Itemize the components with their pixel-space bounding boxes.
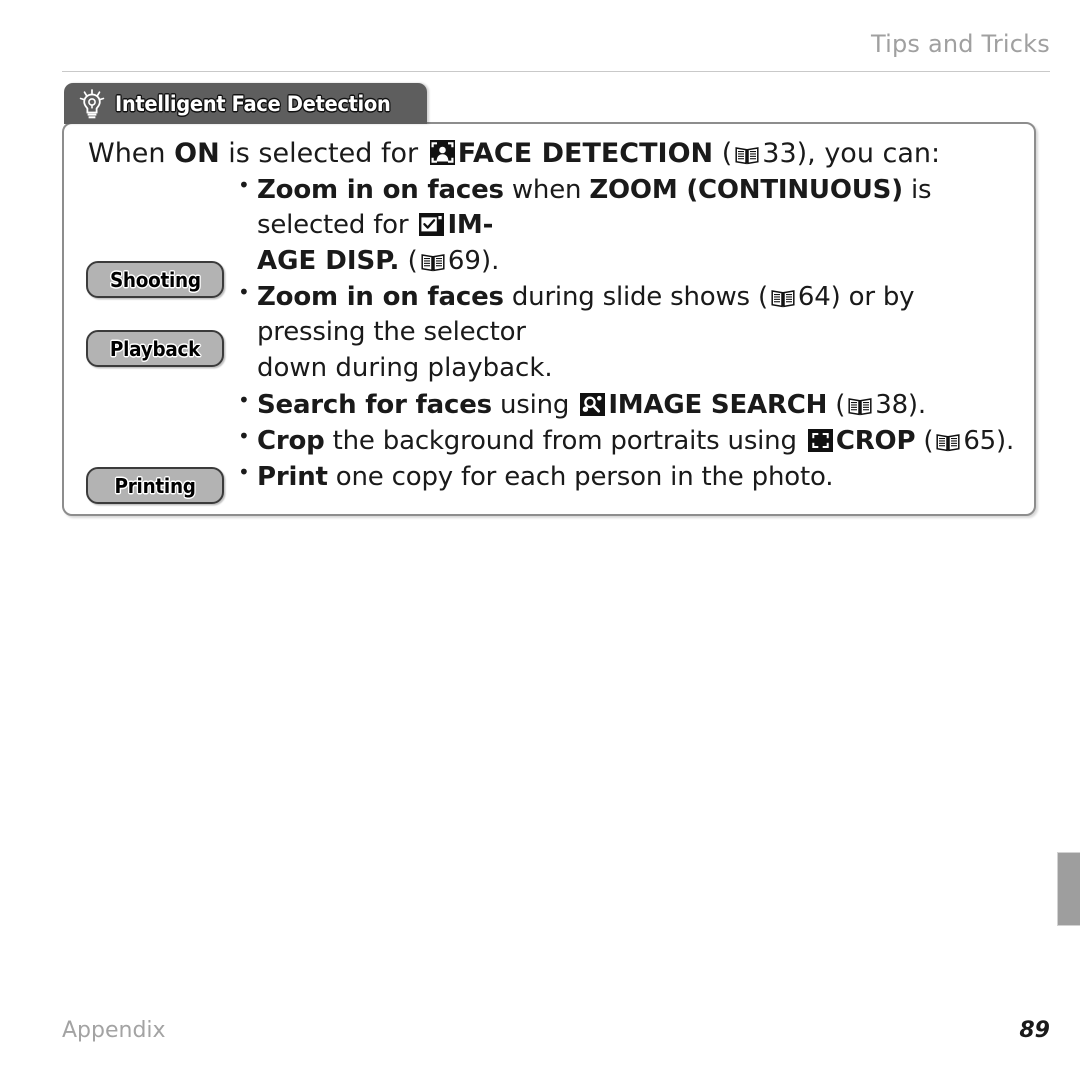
image-display-icon bbox=[419, 213, 445, 237]
bullet-4-paren: ( bbox=[915, 425, 934, 456]
callout-lead-sentence: When ON is selected for FACE DETECTION ( bbox=[88, 140, 1020, 167]
bullet-4-lead: Crop bbox=[257, 425, 325, 456]
lightbulb-icon bbox=[79, 89, 105, 119]
bullet-1-cont-paren: ( bbox=[399, 246, 418, 277]
face-detection-icon bbox=[429, 140, 455, 165]
crop-icon bbox=[807, 428, 833, 452]
page-header: Tips and Tricks bbox=[62, 30, 1050, 74]
footer-page-number: 89 bbox=[1019, 1018, 1050, 1043]
bullet-zoom-continuous-cont: AGE DISP. ( 69). bbox=[238, 244, 1020, 279]
lead-text-1: When bbox=[88, 138, 175, 169]
lead-on-value: ON bbox=[174, 138, 220, 169]
bullet-5-mid-1: one copy for each person in the photo. bbox=[327, 461, 834, 492]
bullet-1-mid-1: when bbox=[503, 175, 590, 205]
lead-text-3: ), you can: bbox=[796, 138, 941, 169]
bullet-1-cont-page: 69 bbox=[447, 246, 481, 277]
badge-printing: Printing bbox=[86, 467, 224, 504]
bullet-1-bold-2: ZOOM (CONTINUOUS) bbox=[589, 175, 903, 205]
bullet-3-bold-2: IMAGE SEARCH bbox=[608, 389, 828, 420]
bullet-4-mid-1: the background from portraits using bbox=[324, 425, 805, 456]
section-thumb-tab bbox=[1057, 852, 1080, 926]
lead-text-2: is selected for bbox=[219, 138, 427, 169]
badge-playback-label: Playback bbox=[109, 336, 201, 361]
intelligent-face-detection-callout: Intelligent Face Detection When ON is se… bbox=[62, 83, 1036, 516]
callout-rows: Shooting Playback Printing Zoom in on fa… bbox=[78, 172, 1020, 504]
bullet-zoom-slideshow-cont: down during playback. bbox=[257, 353, 553, 384]
book-page-ref-icon bbox=[735, 145, 759, 165]
callout-title-tab: Intelligent Face Detection bbox=[64, 83, 428, 124]
page-footer: Appendix 89 bbox=[62, 1018, 1050, 1052]
bullet-1-cont-tail: ). bbox=[480, 246, 500, 277]
header-section-title: Tips and Tricks bbox=[870, 30, 1050, 58]
bullet-3-lead: Search for faces bbox=[257, 389, 492, 420]
bullet-1-cont-bold: AGE DISP. bbox=[257, 246, 400, 277]
bullet-3-tail: ). bbox=[907, 389, 926, 420]
book-page-ref-icon bbox=[771, 288, 795, 308]
bullet-crop-background: Crop the background from portraits using… bbox=[238, 423, 1020, 459]
book-page-ref-icon bbox=[936, 432, 960, 452]
bullet-2-lead: Zoom in on faces bbox=[257, 282, 504, 313]
image-search-icon bbox=[580, 392, 606, 416]
bullet-1-bold-3: IM- bbox=[447, 210, 494, 241]
bullet-3-paren: ( bbox=[827, 389, 846, 420]
lead-feature-name: FACE DETECTION bbox=[457, 138, 714, 169]
callout-title-label: Intelligent Face Detection bbox=[115, 92, 391, 116]
bullet-1-lead: Zoom in on faces bbox=[257, 175, 504, 205]
bullet-zoom-continuous: Zoom in on faces when ZOOM (CONTINUOUS) … bbox=[238, 172, 1020, 243]
badge-printing-label: Printing bbox=[114, 473, 196, 498]
bullet-list: Zoom in on faces when ZOOM (CONTINUOUS) … bbox=[238, 172, 1020, 495]
callout-body: When ON is selected for FACE DETECTION ( bbox=[62, 122, 1036, 516]
bullet-2-page: 64 bbox=[797, 282, 831, 313]
book-page-ref-icon bbox=[421, 252, 445, 272]
bullet-3-mid-1: using bbox=[491, 389, 578, 420]
bullet-2-mid-1: during slide shows ( bbox=[503, 282, 768, 313]
footer-section-name: Appendix bbox=[62, 1018, 166, 1043]
bullet-4-tail: ). bbox=[996, 425, 1015, 456]
bullet-3-page: 38 bbox=[875, 389, 908, 420]
bullet-4-page: 65 bbox=[963, 425, 997, 456]
lead-page-ref: 33 bbox=[762, 138, 797, 169]
badge-shooting: Shooting bbox=[86, 261, 224, 298]
header-divider bbox=[62, 71, 1050, 72]
lead-paren-open: ( bbox=[713, 138, 733, 169]
bullet-search-for-faces: Search for faces using IMAGE SEARCH ( bbox=[238, 387, 1020, 423]
bullet-zoom-slideshow: Zoom in on faces during slide shows ( 64… bbox=[238, 279, 1020, 350]
bullet-4-bold-2: CROP bbox=[835, 425, 916, 456]
book-page-ref-icon bbox=[848, 396, 872, 416]
badge-playback: Playback bbox=[86, 330, 224, 367]
badge-shooting-label: Shooting bbox=[109, 267, 201, 292]
bullet-print-copies: Print one copy for each person in the ph… bbox=[238, 459, 1020, 495]
bullet-5-lead: Print bbox=[257, 461, 328, 492]
